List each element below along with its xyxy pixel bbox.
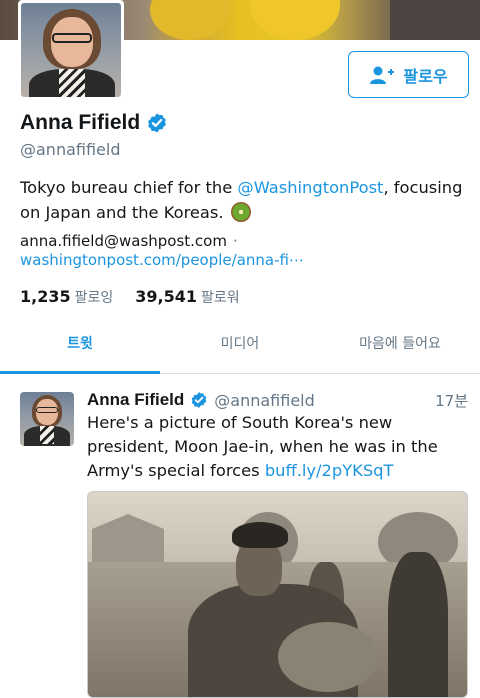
- tweet-timestamp[interactable]: 17분: [435, 390, 468, 411]
- tweet-header: Anna Fifield @annafifield: [87, 390, 315, 410]
- soldier-beret: [232, 522, 288, 548]
- profile-stats: 1,235 팔로잉 39,541 팔로워: [20, 287, 240, 307]
- following-label: 팔로잉: [74, 290, 114, 306]
- follow-button[interactable]: 팔로우: [348, 51, 469, 98]
- following-stat[interactable]: 1,235 팔로잉: [20, 287, 113, 307]
- profile-bio: Tokyo bureau chief for the @WashingtonPo…: [20, 175, 470, 225]
- followers-label: 팔로워: [201, 290, 240, 306]
- verified-badge-icon: [191, 392, 207, 408]
- tweet-link[interactable]: buff.ly/2pYKSqT: [265, 461, 394, 480]
- profile-tabs: 트윗 미디어 마음에 들어요: [0, 318, 480, 374]
- avatar-scarf: [59, 69, 85, 97]
- bio-mention-link[interactable]: @WashingtonPost: [237, 178, 383, 197]
- followers-count: 39,541: [135, 287, 197, 306]
- banner-decoration: [250, 0, 340, 40]
- separator: ·: [232, 232, 238, 250]
- profile-email[interactable]: anna.fifield@washpost.com: [20, 232, 227, 250]
- photo-person: [388, 552, 448, 697]
- banner-decoration: [150, 0, 230, 40]
- tweet-text: Here's a picture of South Korea's new pr…: [87, 411, 459, 483]
- soldier-face: [236, 540, 282, 596]
- follow-button-label: 팔로우: [403, 66, 448, 86]
- tab-tweets[interactable]: 트윗: [0, 318, 160, 374]
- profile-website-link[interactable]: washingtonpost.com/people/anna-fi⋯: [20, 251, 304, 269]
- profile-avatar[interactable]: [18, 0, 124, 100]
- soldier-parachute-pack: [278, 622, 378, 692]
- photo-soldier: [188, 522, 378, 697]
- profile-contact: anna.fifield@washpost.com ·: [20, 230, 238, 252]
- followers-stat[interactable]: 39,541 팔로워: [135, 287, 239, 307]
- avatar-image: [21, 3, 121, 97]
- verified-badge-icon: [148, 113, 167, 133]
- avatar-glasses: [36, 407, 58, 413]
- tweet-photo[interactable]: [87, 491, 468, 698]
- profile-handle: @annafifield: [20, 140, 121, 159]
- banner-decoration: [390, 0, 480, 40]
- tweet-author-name[interactable]: Anna Fifield: [87, 390, 184, 410]
- profile-name-row: Anna Fifield: [20, 111, 168, 135]
- profile-name: Anna Fifield: [20, 111, 141, 134]
- avatar-scarf: [40, 426, 54, 444]
- tab-likes[interactable]: 마음에 들어요: [320, 318, 480, 373]
- bio-text: Tokyo bureau chief for the: [20, 178, 238, 197]
- tab-media[interactable]: 미디어: [160, 318, 320, 373]
- tweet-author-handle[interactable]: @annafifield: [214, 391, 315, 410]
- tweet-avatar[interactable]: [20, 392, 74, 446]
- kiwi-emoji-icon: [230, 202, 251, 222]
- following-count: 1,235: [20, 287, 71, 306]
- avatar-glasses: [52, 33, 92, 43]
- add-user-icon: [370, 66, 395, 84]
